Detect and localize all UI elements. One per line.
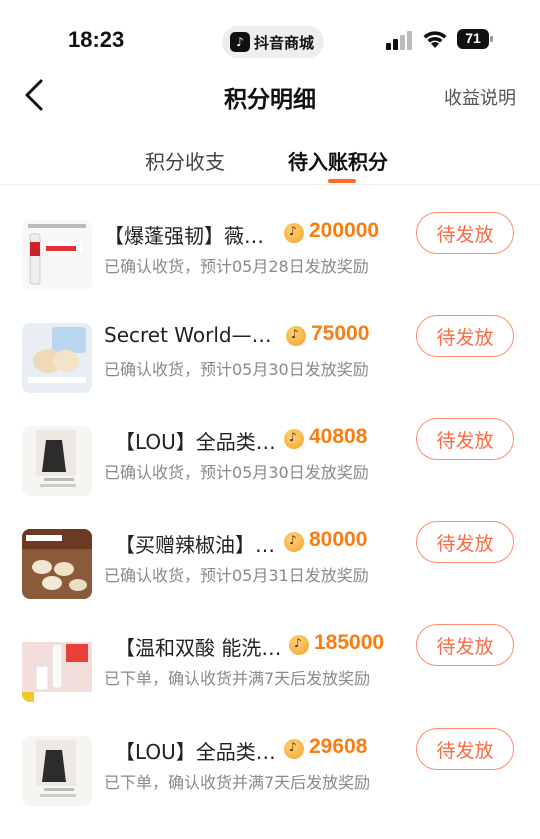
list-item[interactable]: 【LOU】全品类… 40808 已确认收货，预计05月30日发放奖励 待发放 — [0, 418, 540, 529]
battery-level: 71 — [465, 30, 481, 46]
points-amount: 80000 — [309, 528, 368, 551]
product-thumbnail — [22, 736, 92, 806]
product-name: 【爆蓬强韧】薇… — [104, 224, 264, 248]
product-thumbnail — [22, 323, 92, 393]
pending-payout-button[interactable]: 待发放 — [416, 521, 514, 563]
product-name: 【温和双酸 能洗… — [115, 636, 282, 660]
product-thumbnail — [22, 632, 92, 702]
pending-payout-button[interactable]: 待发放 — [416, 315, 514, 357]
points-amount: 75000 — [311, 322, 370, 345]
list-item[interactable]: 【买赠辣椒油】… 80000 已确认收货，预计05月31日发放奖励 待发放 — [0, 521, 540, 632]
earnings-explanation-link[interactable]: 收益说明 — [444, 84, 516, 110]
reward-status-text: 已确认收货，预计05月30日发放奖励 — [104, 463, 369, 482]
list-item[interactable]: 【LOU】全品类… 29608 已下单，确认收货并满7天后发放奖励 待发放 — [0, 728, 540, 839]
douyin-coin-icon — [284, 223, 304, 243]
reward-status-text: 已下单，确认收货并满7天后发放奖励 — [104, 669, 371, 688]
pending-payout-button[interactable]: 待发放 — [416, 728, 514, 770]
points-amount: 29608 — [309, 735, 368, 758]
list-item[interactable]: Secret World—… 75000 已确认收货，预计05月30日发放奖励 … — [0, 315, 540, 426]
product-name: Secret World—… — [104, 323, 272, 347]
tabs-divider — [0, 184, 540, 185]
app-pill-label: 抖音商城 — [254, 33, 315, 52]
pending-payout-button[interactable]: 待发放 — [416, 212, 514, 254]
points-amount: 185000 — [314, 631, 385, 654]
product-name: 【LOU】全品类… — [115, 740, 276, 764]
product-thumbnail — [22, 529, 92, 599]
product-thumbnail — [22, 426, 92, 496]
pending-payout-button[interactable]: 待发放 — [416, 418, 514, 460]
douyin-coin-icon — [284, 739, 304, 759]
douyin-coin-icon — [284, 429, 304, 449]
douyin-coin-icon — [284, 532, 304, 552]
points-amount: 200000 — [309, 219, 380, 242]
product-name: 【LOU】全品类… — [115, 430, 276, 454]
reward-status-text: 已确认收货，预计05月31日发放奖励 — [104, 566, 369, 585]
wifi-icon — [423, 31, 447, 48]
douyin-app-icon: ♪ — [230, 32, 250, 52]
product-name: 【买赠辣椒油】… — [115, 533, 275, 557]
tab-pending-points[interactable]: 待入账积分 — [288, 146, 388, 175]
list-item[interactable]: 【温和双酸 能洗… 185000 已下单，确认收货并满7天后发放奖励 待发放 — [0, 624, 540, 735]
battery-icon: 71 — [457, 29, 493, 49]
douyin-coin-icon — [286, 326, 306, 346]
status-time: 18:23 — [68, 27, 125, 52]
reward-status-text: 已确认收货，预计05月30日发放奖励 — [104, 360, 369, 379]
douyin-coin-icon — [289, 635, 309, 655]
reward-status-text: 已下单，确认收货并满7天后发放奖励 — [104, 773, 371, 792]
points-amount: 40808 — [309, 425, 368, 448]
list-item[interactable]: 【爆蓬强韧】薇… 200000 已确认收货，预计05月28日发放奖励 待发放 — [0, 212, 540, 323]
product-thumbnail — [22, 220, 92, 290]
tab-points-records[interactable]: 积分收支 — [145, 146, 225, 175]
active-tab-indicator — [328, 179, 356, 183]
reward-status-text: 已确认收货，预计05月28日发放奖励 — [104, 257, 369, 276]
cellular-signal-icon — [386, 31, 412, 50]
status-bar: 18:23 ♪ 抖音商城 71 — [0, 0, 540, 80]
pending-payout-button[interactable]: 待发放 — [416, 624, 514, 666]
app-pill[interactable]: ♪ 抖音商城 — [222, 26, 325, 58]
